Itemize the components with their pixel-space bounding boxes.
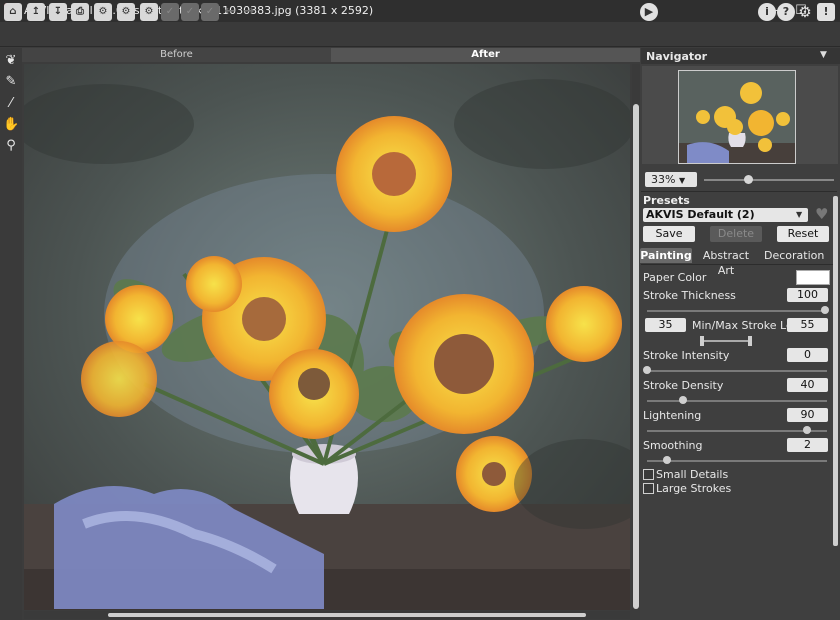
check-icon: ✓	[201, 3, 219, 21]
presets-label: Presets	[643, 194, 690, 207]
zoom-icon[interactable]: ⚲	[3, 138, 19, 154]
stroke-density-label: Stroke Density	[643, 379, 724, 392]
tab-decoration[interactable]: Decoration	[764, 248, 824, 263]
toolbox	[0, 48, 22, 620]
paper-color-swatch[interactable]	[796, 270, 830, 285]
smoothing-track[interactable]	[647, 460, 827, 462]
toolbar	[0, 22, 840, 47]
undo-icon: ←	[224, 4, 236, 19]
small-details-label: Small Details	[656, 468, 729, 481]
navigator-title: Navigator	[646, 50, 708, 63]
stroke-intensity-label: Stroke Intensity	[643, 349, 730, 362]
stroke-thickness-label: Stroke Thickness	[643, 289, 736, 302]
brush-settings-icon[interactable]: ✎	[3, 74, 19, 90]
save-file-icon[interactable]: ↧	[49, 3, 67, 21]
image-canvas[interactable]	[24, 64, 630, 610]
share-icon[interactable]: ⚙	[94, 3, 112, 21]
small-details-checkbox[interactable]	[643, 469, 654, 480]
vertical-scroll-thumb[interactable]	[633, 104, 639, 609]
navigator-menu-icon[interactable]: ▼	[820, 50, 827, 60]
stroke-intensity-value[interactable]: 0	[787, 348, 828, 362]
info-icon[interactable]: i	[758, 3, 776, 21]
stroke-density-track[interactable]	[647, 400, 827, 402]
smoothing-label: Smoothing	[643, 439, 703, 452]
plugin-icon[interactable]: ⚙	[140, 3, 158, 21]
minmax-stroke-track[interactable]	[702, 340, 752, 342]
stroke-density-value[interactable]: 40	[787, 378, 828, 392]
smoothing-knob[interactable]	[663, 456, 671, 464]
reset-preset-button[interactable]: Reset	[777, 226, 829, 242]
zoom-select[interactable]: 33% ▼	[645, 172, 697, 187]
stroke-thickness-track[interactable]	[647, 310, 827, 312]
tab-abstract-art[interactable]: Abstract Art	[696, 248, 756, 277]
hand-icon[interactable]: ✋	[3, 117, 19, 133]
tab-before[interactable]: Before	[22, 48, 331, 62]
lightening-track[interactable]	[647, 430, 827, 432]
paper-color-label: Paper Color	[643, 271, 707, 284]
zoom-slider-track[interactable]	[704, 179, 834, 181]
stroke-thickness-value[interactable]: 100	[787, 288, 828, 302]
view-tabs: Before After	[22, 48, 640, 62]
divider	[641, 191, 837, 192]
stroke-thickness-knob[interactable]	[821, 306, 829, 314]
heart-icon[interactable]: ♥	[815, 205, 828, 223]
divider	[641, 264, 837, 265]
delete-preset-button: Delete	[710, 226, 762, 242]
check-icon: ✓	[181, 3, 199, 21]
print-icon[interactable]: ⎙	[71, 3, 89, 21]
save-preset-button[interactable]: Save	[643, 226, 695, 242]
chevron-down-icon[interactable]: ▼	[796, 208, 802, 222]
lightening-value[interactable]: 90	[787, 408, 828, 422]
navigator-thumbnail[interactable]	[678, 70, 796, 164]
notification-icon[interactable]: !	[817, 3, 835, 21]
redo-icon: →	[243, 4, 255, 19]
eraser-icon[interactable]: ⁄	[3, 96, 19, 112]
preset-select[interactable]: AKVIS Default (2)	[643, 208, 808, 222]
run-icon[interactable]: ▶	[640, 3, 658, 21]
tab-painting[interactable]: Painting	[640, 248, 692, 263]
max-stroke-handle[interactable]	[748, 336, 752, 346]
panel-scrollbar[interactable]	[833, 196, 838, 546]
home-icon[interactable]: ⌂	[4, 3, 22, 21]
open-file-icon[interactable]: ↥	[27, 3, 45, 21]
zoom-slider-knob[interactable]	[744, 175, 753, 184]
help-icon[interactable]: ?	[777, 3, 795, 21]
settings-icon[interactable]: ⚙	[796, 3, 814, 21]
max-stroke-length-value[interactable]: 55	[787, 318, 828, 332]
horizontal-scroll-thumb[interactable]	[108, 613, 586, 617]
batch-icon[interactable]: ⚙	[117, 3, 135, 21]
lightening-label: Lightening	[643, 409, 702, 422]
stroke-intensity-track[interactable]	[647, 370, 827, 372]
large-strokes-checkbox[interactable]	[643, 483, 654, 494]
check-icon: ✓	[161, 3, 179, 21]
stroke-density-knob[interactable]	[679, 396, 687, 404]
stroke-intensity-knob[interactable]	[643, 366, 651, 374]
large-strokes-label: Large Strokes	[656, 482, 732, 495]
min-stroke-length-value[interactable]: 35	[645, 318, 686, 332]
pastel-painting	[24, 64, 630, 610]
lightening-knob[interactable]	[803, 426, 811, 434]
tab-after[interactable]: After	[331, 48, 640, 62]
brush-icon[interactable]: ❦	[3, 53, 19, 69]
smoothing-value[interactable]: 2	[787, 438, 828, 452]
min-stroke-handle[interactable]	[700, 336, 704, 346]
